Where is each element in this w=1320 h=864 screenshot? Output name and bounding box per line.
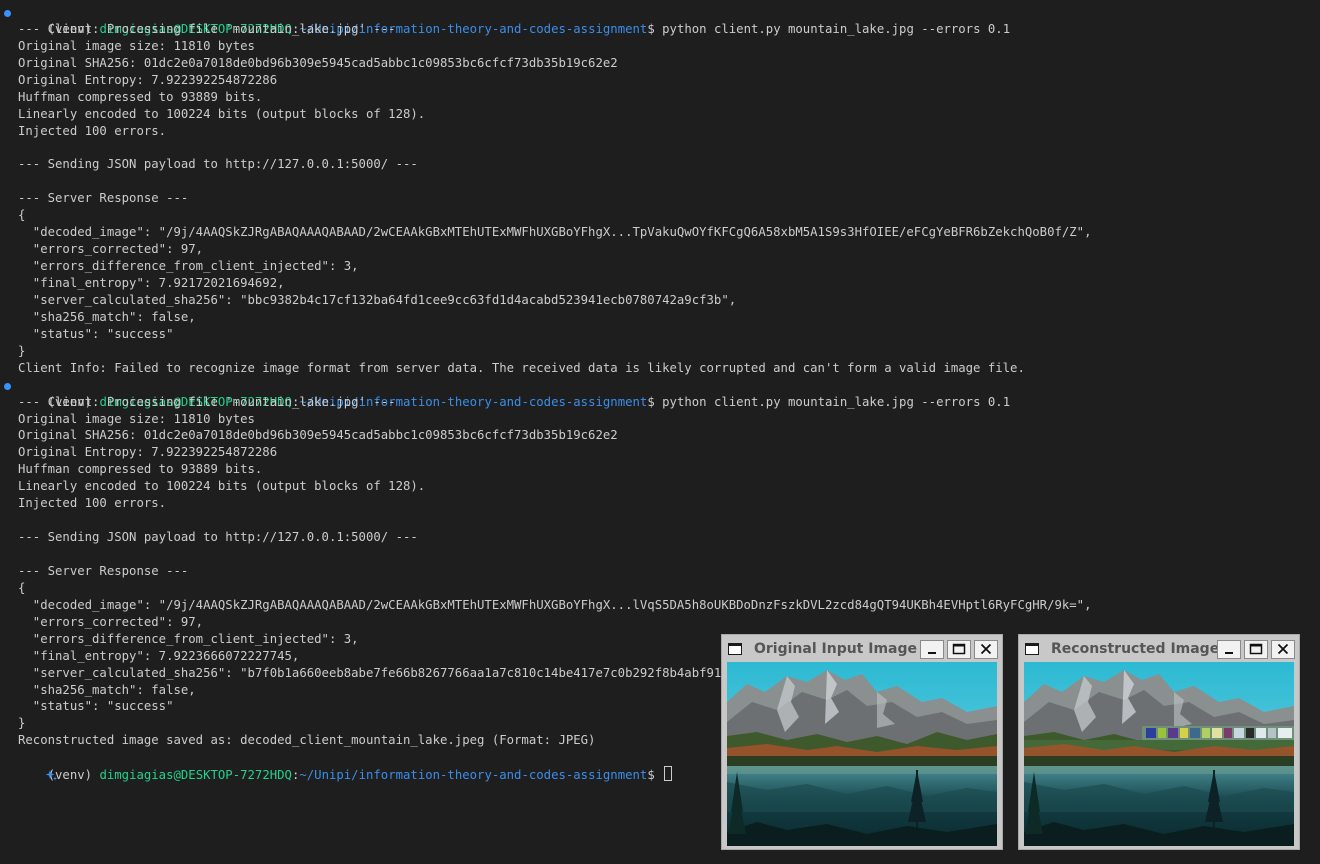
terminal-output-line: Original Entropy: 7.922392254872286 — [18, 445, 278, 460]
terminal-output-line: Injected 100 errors. — [18, 123, 167, 138]
terminal-output-line: "decoded_image": "/9j/4AAQSkZJRgABAQAAAQ… — [18, 597, 1092, 612]
terminal-output-line: --- Server Response --- — [18, 191, 189, 206]
terminal-output-line: Original Entropy: 7.922392254872286 — [18, 72, 278, 87]
terminal-output-line: "errors_difference_from_client_injected"… — [18, 259, 359, 274]
close-button[interactable] — [1271, 640, 1295, 659]
command-output: --- Client: Processing file 'mountain_la… — [0, 21, 1320, 377]
minimize-button[interactable] — [1217, 640, 1241, 659]
terminal-output-line: "sha256_match": false, — [18, 309, 196, 324]
terminal-output-line: Original SHA256: 01dc2e0a7018de0bd96b309… — [18, 55, 618, 70]
user-host: dimgiagias@DESKTOP-7272HDQ — [99, 768, 292, 783]
window-icon — [1025, 643, 1039, 655]
window-titlebar[interactable]: Original Input Image — [722, 635, 1002, 663]
terminal-output-line: --- Server Response --- — [18, 563, 189, 578]
terminal-output-line: --- Client: Processing file 'mountain_la… — [18, 394, 396, 409]
terminal-output-line: Linearly encoded to 100224 bits (output … — [18, 106, 426, 121]
terminal-output-line: Linearly encoded to 100224 bits (output … — [18, 479, 426, 494]
terminal-output-line: Huffman compressed to 93889 bits. — [18, 462, 263, 477]
terminal-output-line: --- Sending JSON payload to http://127.0… — [18, 530, 418, 545]
terminal-output-line: Injected 100 errors. — [18, 496, 167, 511]
terminal-output-line: { — [18, 580, 26, 595]
window-title: Reconstructed Image — [1051, 641, 1220, 657]
terminal-output-line: Client Info: Failed to recognize image f… — [18, 360, 1025, 375]
terminal-output-line: "decoded_image": "/9j/4AAQSkZJRgABAQAAAQ… — [18, 225, 1092, 240]
close-button[interactable] — [974, 640, 998, 659]
maximize-button[interactable] — [947, 640, 971, 659]
terminal-output-line: Original SHA256: 01dc2e0a7018de0bd96b309… — [18, 428, 618, 443]
mountain-lake-image — [727, 662, 997, 846]
working-directory: ~/Unipi/information-theory-and-codes-ass… — [299, 768, 648, 783]
terminal-output-line: Original image size: 11810 bytes — [18, 38, 255, 53]
text-cursor[interactable] — [664, 766, 673, 782]
command-success-marker-icon[interactable] — [4, 382, 11, 390]
original-image-window[interactable]: Original Input Image — [721, 634, 1003, 850]
window-icon — [728, 643, 742, 655]
command-success-marker-icon[interactable] — [4, 10, 11, 17]
prompt-symbol: $ — [647, 768, 663, 783]
terminal-output-line: "errors_corrected": 97, — [18, 614, 204, 629]
mountain-lake-image-corrupted — [1024, 662, 1294, 846]
prompt-line: (venv) dimgiagias@DESKTOP-7272HDQ:~/Unip… — [0, 377, 1320, 409]
terminal-output-line: --- Sending JSON payload to http://127.0… — [18, 157, 418, 172]
sparkle-icon[interactable] — [1, 752, 58, 781]
window-title: Original Input Image — [754, 641, 918, 657]
terminal-output-line: } — [18, 343, 26, 358]
window-titlebar[interactable]: Reconstructed Image — [1019, 635, 1299, 663]
prompt-line: (venv) dimgiagias@DESKTOP-7272HDQ:~/Unip… — [0, 4, 1320, 36]
terminal-output-line: "final_entropy": 7.92172021694692, — [18, 276, 285, 290]
minimize-button[interactable] — [920, 640, 944, 659]
terminal-output-line: Original image size: 11810 bytes — [18, 411, 255, 426]
maximize-button[interactable] — [1244, 640, 1268, 659]
terminal-output-line: --- Client: Processing file 'mountain_la… — [18, 21, 396, 36]
terminal-output-line: "server_calculated_sha256": "bbc9382b4c1… — [18, 292, 737, 307]
terminal-output-line: { — [18, 208, 26, 223]
terminal-output-line: "status": "success" — [18, 326, 174, 341]
reconstructed-image-window[interactable]: Reconstructed Image — [1018, 634, 1300, 850]
terminal-output-line: "errors_corrected": 97, — [18, 242, 204, 257]
terminal-output-line: Huffman compressed to 93889 bits. — [18, 89, 263, 104]
